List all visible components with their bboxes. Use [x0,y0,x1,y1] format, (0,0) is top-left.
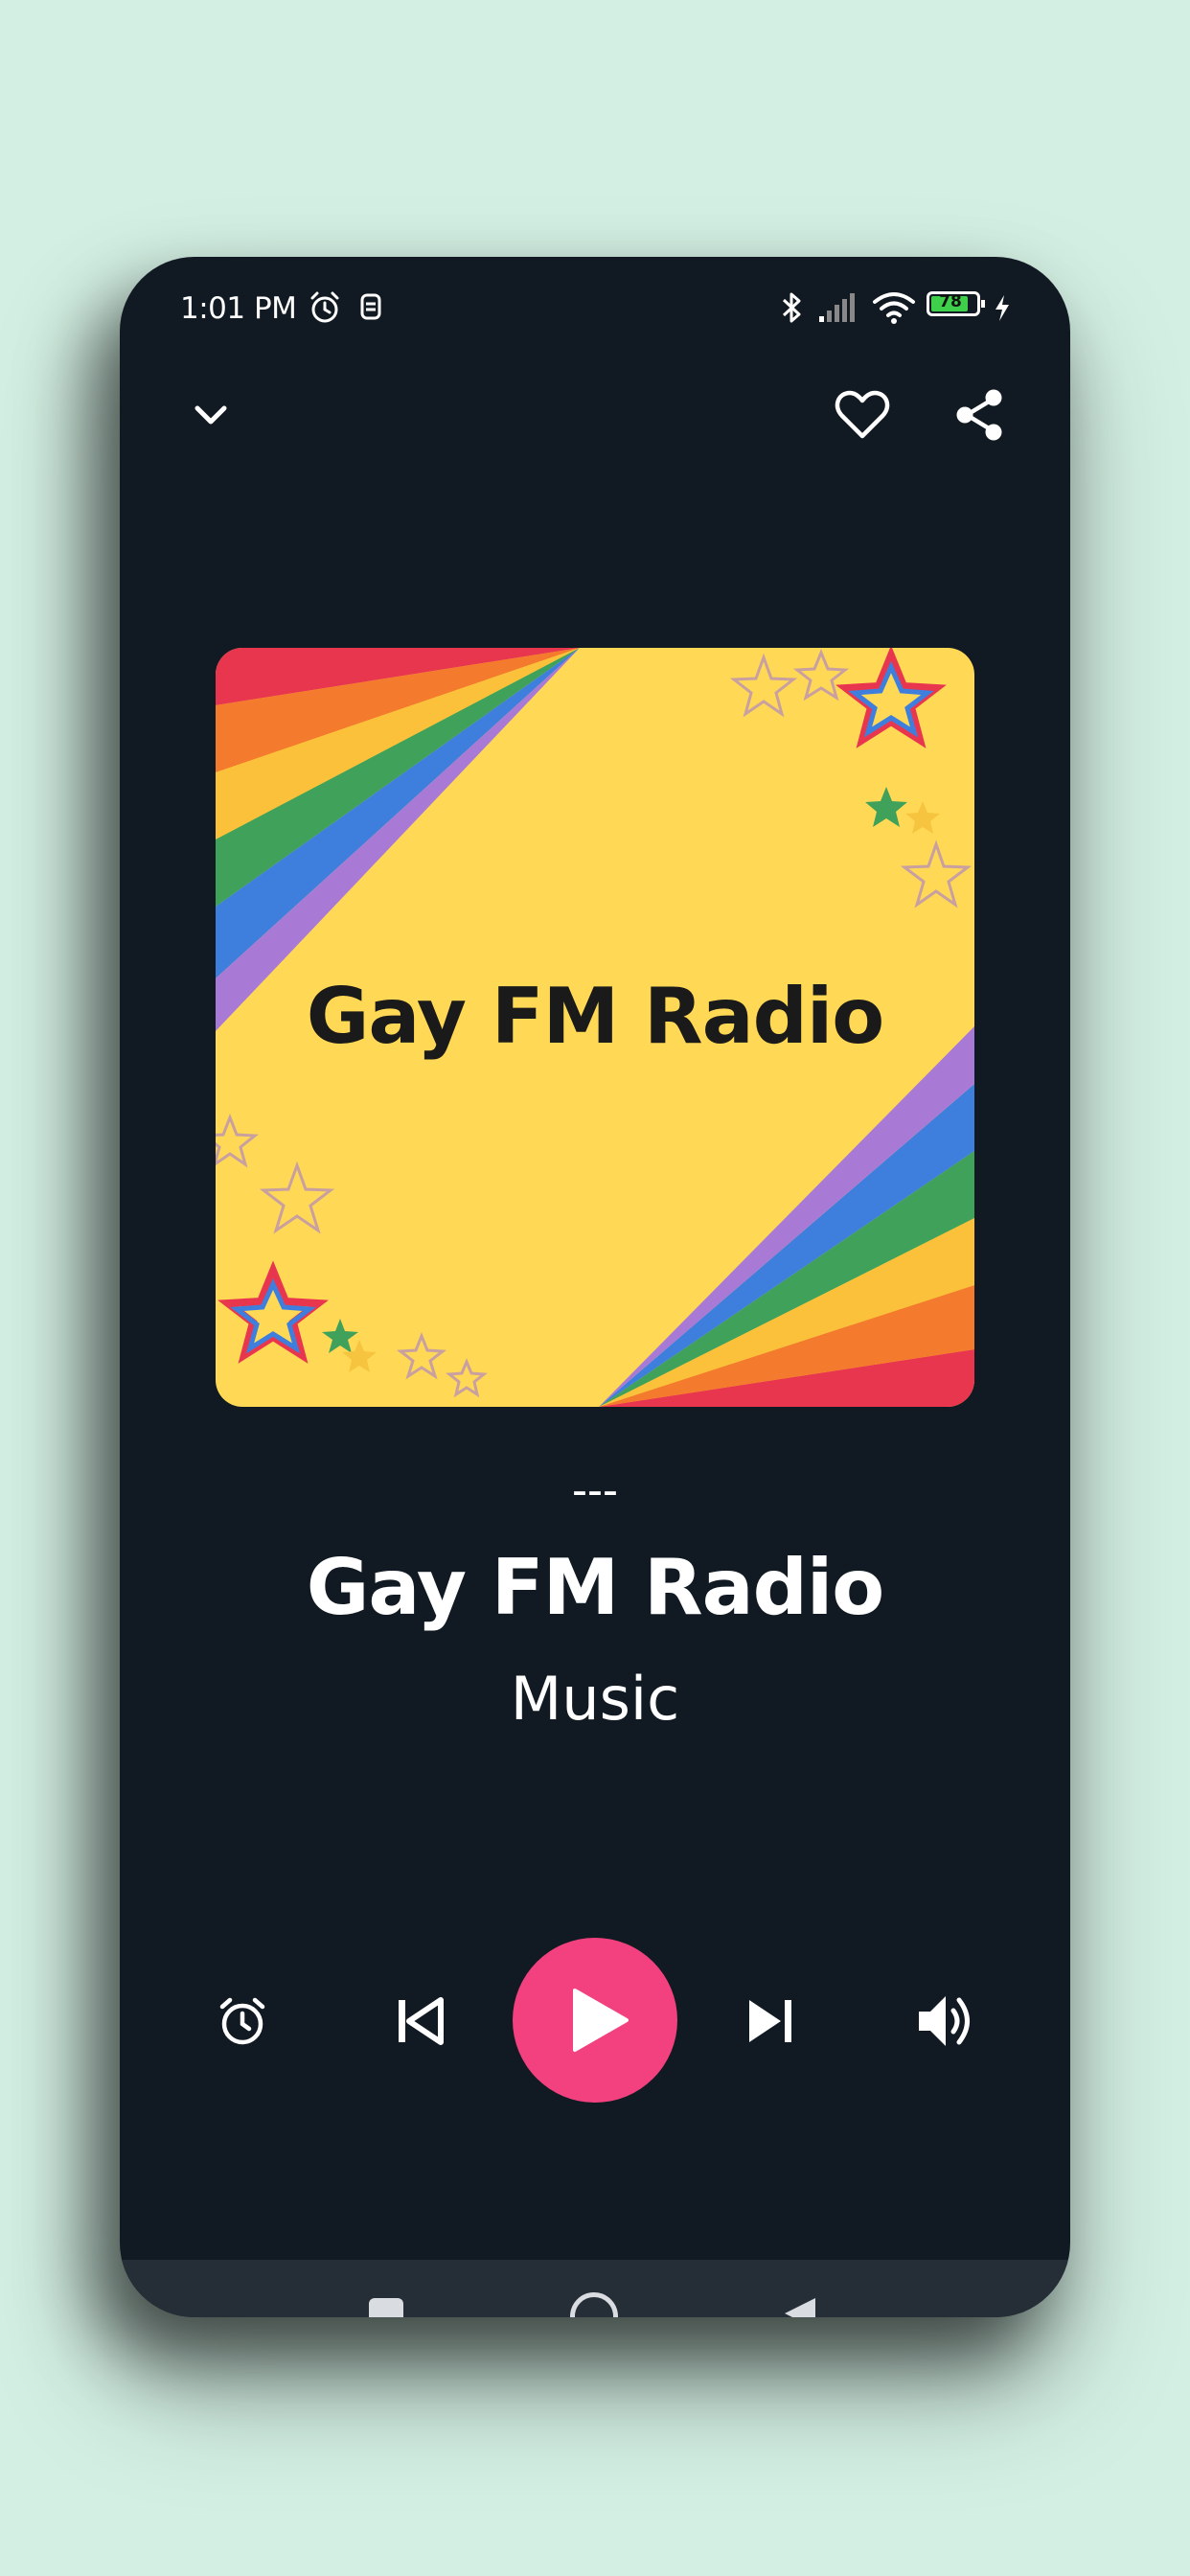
home-button[interactable] [570,2292,618,2317]
status-bar: 1:01 PM 78 [120,257,1070,362]
previous-button[interactable] [390,1991,449,2051]
alarm-icon [310,291,339,323]
track-title: --- [572,1465,618,1516]
skip-previous-icon [399,1997,444,2045]
sleep-timer-button[interactable] [211,1990,274,2053]
alarm-clock-icon [219,1997,265,2045]
wifi-icon [873,292,915,324]
station-genre: Music [510,1664,680,1734]
station-artwork: Gay FM Radio [216,648,974,1407]
station-name: Gay FM Radio [306,1543,885,1632]
back-button[interactable] [781,2294,819,2317]
play-icon [573,1989,629,2052]
heart-icon [835,390,890,439]
volume-button[interactable] [913,1988,980,2055]
notification-icon [360,293,381,320]
next-button[interactable] [741,1991,800,2051]
phone-frame: 1:01 PM 78 Gay FM Radio --- Gay FM Radio… [120,257,1070,2317]
battery-level: 78 [939,292,962,311]
signal-icon [819,293,855,322]
battery-icon: 78 [927,291,985,316]
skip-next-icon [749,2000,791,2042]
recents-button[interactable] [369,2298,403,2317]
volume-icon [919,1996,970,2046]
charging-icon [995,295,1009,321]
artwork-title: Gay FM Radio [306,972,885,1061]
share-icon [956,389,1002,441]
favorite-button[interactable] [827,380,898,450]
share-button[interactable] [944,380,1015,450]
bluetooth-icon [782,292,801,323]
collapse-button[interactable] [177,381,244,448]
system-nav-bar [120,2260,1070,2317]
play-button[interactable] [513,1938,677,2103]
status-time: 1:01 PM [180,291,297,326]
chevron-down-icon [195,405,227,425]
